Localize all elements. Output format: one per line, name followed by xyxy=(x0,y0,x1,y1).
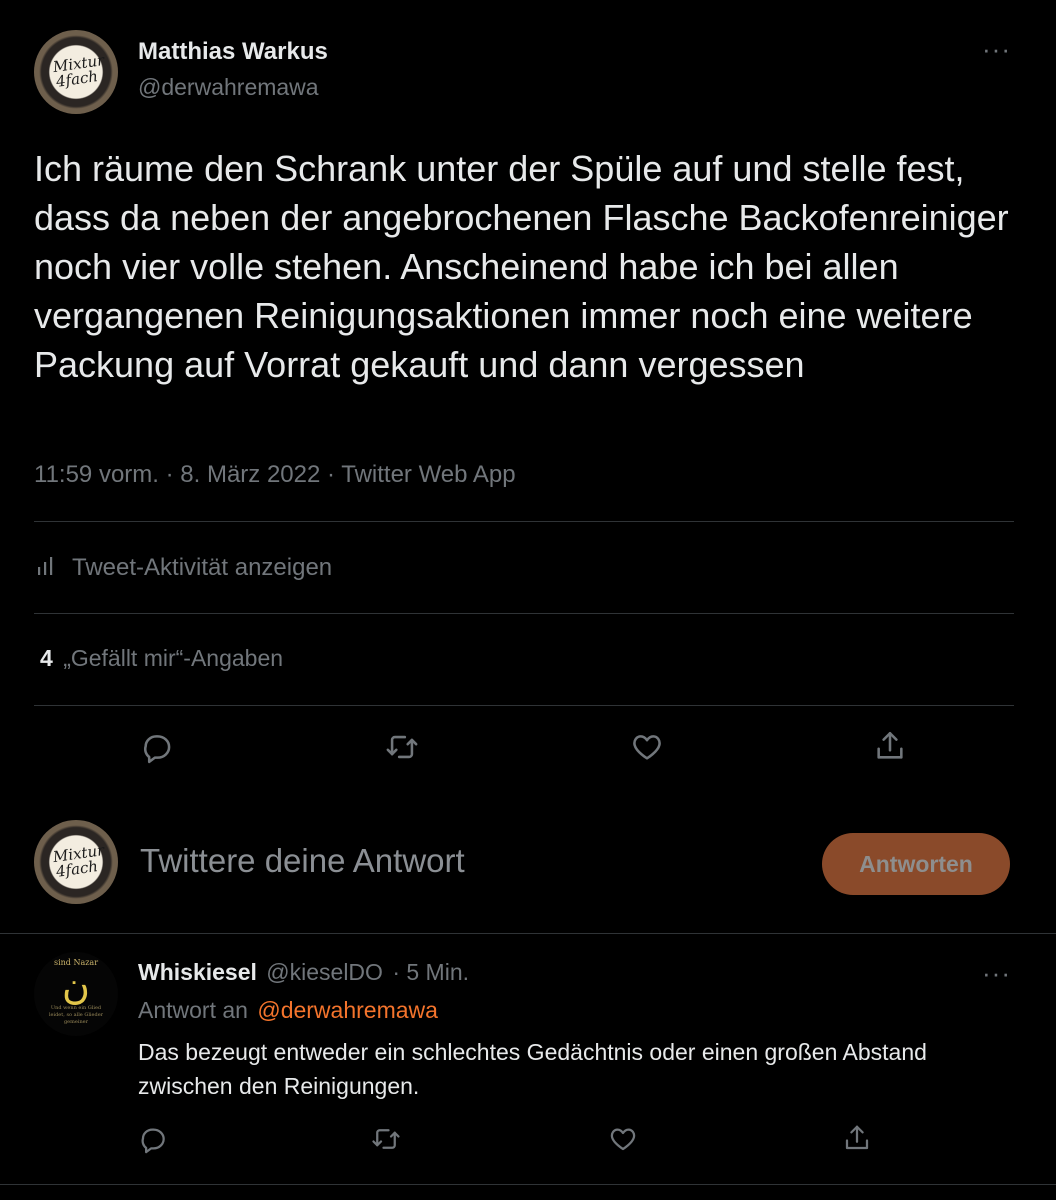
reply-input-placeholder: Twittere deine Antwort xyxy=(140,842,465,879)
likes-label: „Gefällt mir“-Angaben xyxy=(63,645,284,671)
more-options-button[interactable]: ··· xyxy=(982,36,1011,62)
share-icon[interactable] xyxy=(873,728,907,764)
reply-to-handle-link[interactable]: @derwahremawa xyxy=(257,997,438,1023)
reply-more-options-button[interactable]: ··· xyxy=(982,960,1011,986)
nun-glyph-icon: ن xyxy=(62,964,90,1008)
reply-icon[interactable] xyxy=(140,730,174,764)
more-dots-icon: ··· xyxy=(982,958,1011,988)
reply-submit-label: Antworten xyxy=(859,850,973,877)
likes-count: 4 xyxy=(40,645,53,671)
reply-author-avatar[interactable]: sind Nazar ن Und wenn ein Glied leidet, … xyxy=(34,952,118,1036)
reply-share-icon[interactable] xyxy=(842,1122,872,1154)
author-handle[interactable]: @derwahremawa xyxy=(138,74,319,101)
avatar-bottom-text: Und wenn ein Glied leidet, so alle Glied… xyxy=(48,1005,104,1025)
likes-summary[interactable]: 4 „Gefällt mir“-Angaben xyxy=(40,645,283,672)
bar-chart-icon xyxy=(34,554,58,583)
reply-input[interactable]: Twittere deine Antwort xyxy=(140,842,780,886)
reply-retweet-icon[interactable] xyxy=(370,1124,402,1154)
more-dots-icon: ··· xyxy=(982,34,1011,64)
divider xyxy=(34,705,1014,706)
divider xyxy=(0,1184,1056,1185)
avatar-lettering: Mixtur 4fach xyxy=(51,841,106,881)
composer-avatar[interactable]: Mixtur 4fach xyxy=(34,820,118,904)
retweet-icon[interactable] xyxy=(384,730,420,764)
tweet-activity-link[interactable]: Tweet-Aktivität anzeigen xyxy=(34,551,332,585)
avatar-lettering: Mixtur 4fach xyxy=(51,51,106,91)
reply-text: Das bezeugt entweder ein schlechtes Gedä… xyxy=(138,1039,927,1099)
reply-to-prefix: Antwort an xyxy=(138,997,248,1023)
tweet-meta[interactable]: 11:59 vorm. · 8. März 2022 · Twitter Web… xyxy=(34,461,516,489)
like-icon[interactable] xyxy=(630,730,664,764)
reply-time[interactable]: · 5 Min. xyxy=(392,959,469,985)
reply-reply-icon[interactable] xyxy=(138,1124,168,1154)
divider xyxy=(34,521,1014,522)
author-name[interactable]: Matthias Warkus xyxy=(138,38,328,66)
reply-like-icon[interactable] xyxy=(608,1124,638,1154)
reply-author-handle[interactable]: @kieselDO xyxy=(266,959,383,985)
divider xyxy=(34,613,1014,614)
tweet-text: Ich räume den Schrank unter der Spüle au… xyxy=(34,148,1009,385)
author-avatar[interactable]: Mixtur 4fach xyxy=(34,30,118,114)
reply-author-name[interactable]: Whiskiesel xyxy=(138,959,257,985)
activity-label: Tweet-Aktivität anzeigen xyxy=(72,554,333,581)
reply-header: Whiskiesel @kieselDO · 5 Min. xyxy=(138,959,469,986)
divider xyxy=(0,933,1056,934)
reply-submit-button[interactable]: Antworten xyxy=(822,833,1010,895)
reply-to-line: Antwort an @derwahremawa xyxy=(138,997,438,1024)
